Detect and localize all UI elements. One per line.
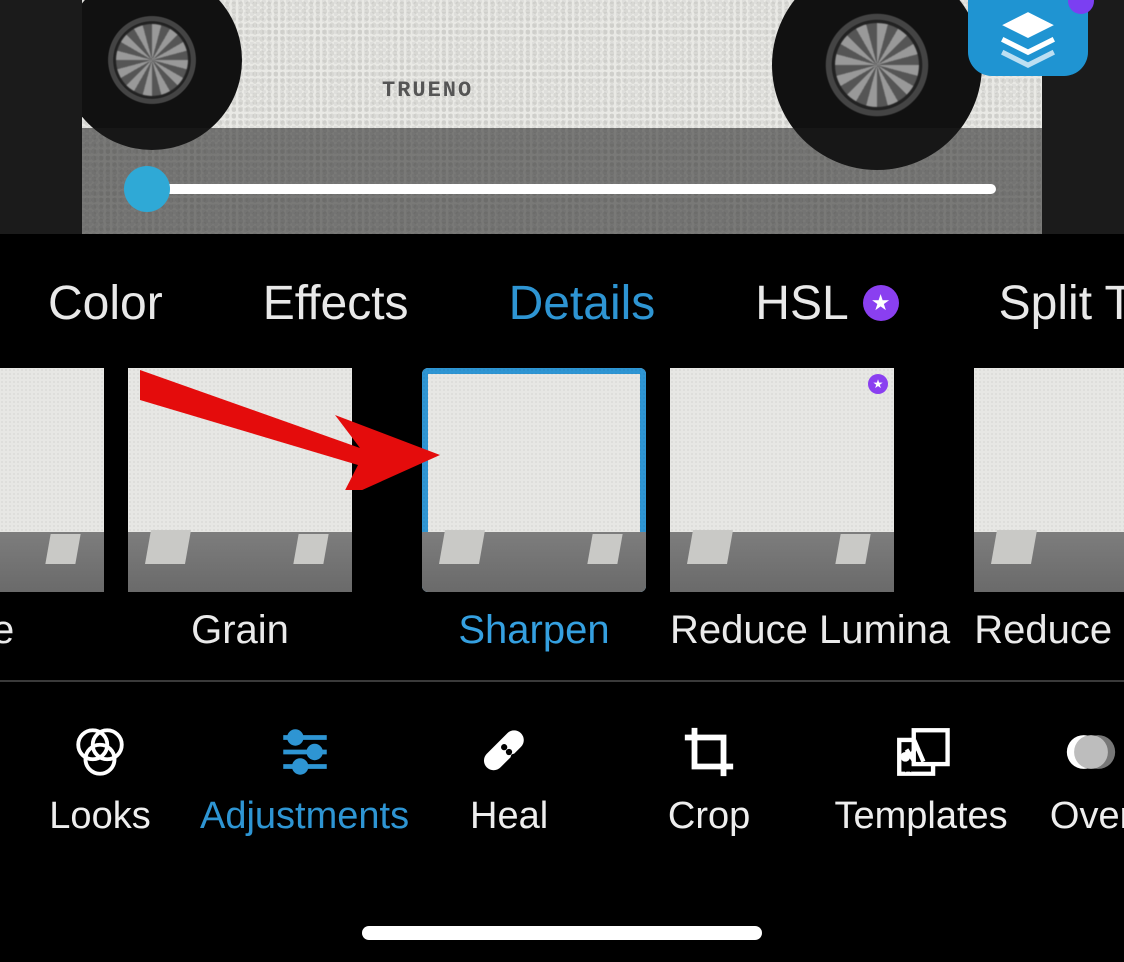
layers-badge bbox=[1068, 0, 1094, 14]
tool-looks[interactable]: Looks bbox=[0, 723, 200, 838]
tool-label: Heal bbox=[470, 795, 548, 838]
preset-prev-partial[interactable]: de bbox=[0, 368, 104, 653]
tool-overlays[interactable]: Over bbox=[1021, 723, 1124, 838]
image-brand-text: TRUENO bbox=[382, 78, 473, 103]
intensity-slider[interactable] bbox=[128, 184, 996, 194]
tab-effects[interactable]: Effects bbox=[263, 276, 409, 331]
tab-color[interactable]: Color bbox=[48, 276, 163, 331]
tab-hsl[interactable]: HSL ★ bbox=[755, 276, 898, 331]
intensity-slider-thumb[interactable] bbox=[124, 166, 170, 212]
crop-icon bbox=[680, 723, 738, 781]
preset-sharpen[interactable]: Sharpen bbox=[422, 368, 646, 653]
tab-label: Details bbox=[509, 276, 656, 331]
templates-icon bbox=[892, 723, 950, 781]
preset-label: Reduce Colo bbox=[974, 608, 1124, 653]
layers-icon bbox=[997, 7, 1059, 69]
tab-details[interactable]: Details bbox=[509, 276, 656, 331]
preset-grain[interactable]: Grain bbox=[128, 368, 352, 653]
tool-label: Looks bbox=[49, 795, 150, 838]
tool-heal[interactable]: Heal bbox=[409, 723, 609, 838]
tool-crop[interactable]: Crop bbox=[609, 723, 809, 838]
preset-strip[interactable]: de Grain Sharpen ★ Reduce Lumina Reduce … bbox=[0, 368, 1124, 664]
slider-overlay bbox=[82, 128, 1042, 234]
preset-reduce-luminance[interactable]: ★ Reduce Lumina bbox=[670, 368, 950, 653]
star-icon: ★ bbox=[863, 285, 899, 321]
tab-split-tone[interactable]: Split Tone bbox=[999, 276, 1124, 331]
star-icon: ★ bbox=[868, 374, 888, 394]
tool-adjustments[interactable]: Adjustments bbox=[200, 723, 409, 838]
preset-reduce-color[interactable]: Reduce Colo bbox=[974, 368, 1124, 653]
tool-label: Adjustments bbox=[200, 795, 409, 838]
tab-label: Color bbox=[48, 276, 163, 331]
preset-label: Grain bbox=[128, 608, 352, 653]
tool-label: Over bbox=[1050, 795, 1124, 838]
layers-button[interactable] bbox=[968, 0, 1088, 76]
tool-label: Templates bbox=[834, 795, 1007, 838]
looks-icon bbox=[71, 723, 129, 781]
overlays-icon bbox=[1062, 723, 1120, 781]
tool-templates[interactable]: Templates bbox=[821, 723, 1021, 838]
preset-label: Reduce Lumina bbox=[670, 608, 950, 653]
bottom-toolbar: Looks Adjustments Heal Crop Templat bbox=[0, 690, 1124, 870]
canvas-area: TRUENO bbox=[0, 0, 1124, 234]
preset-label: de bbox=[0, 608, 104, 653]
preset-label: Sharpen bbox=[422, 608, 646, 653]
tool-label: Crop bbox=[668, 795, 750, 838]
tab-label: HSL bbox=[755, 276, 848, 331]
home-indicator[interactable] bbox=[362, 926, 762, 940]
tab-label: Split Tone bbox=[999, 276, 1124, 331]
adjustments-icon bbox=[276, 723, 334, 781]
toolbar-divider bbox=[0, 680, 1124, 682]
adjustment-category-tabs: Color Effects Details HSL ★ Split Tone bbox=[0, 258, 1124, 348]
tab-label: Effects bbox=[263, 276, 409, 331]
heal-icon bbox=[480, 723, 538, 781]
